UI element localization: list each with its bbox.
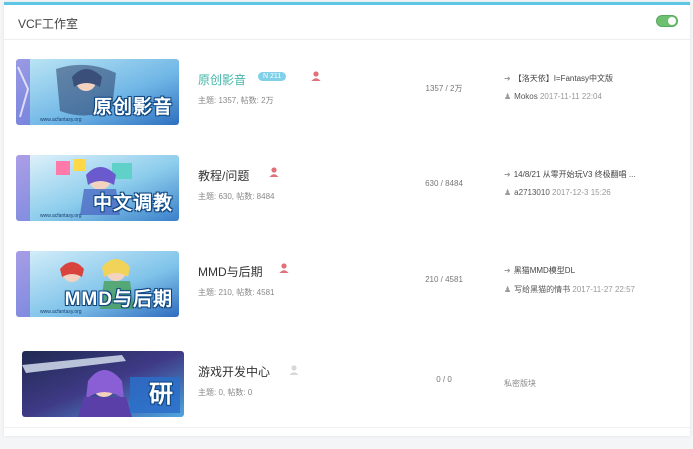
banner-text: 原创影音 (92, 97, 173, 118)
last-post-user[interactable]: Mokos (514, 92, 538, 101)
forum-row-mmd: www.acfantasy.org MMD与后期 MMD与后期 主题: 210,… (4, 237, 690, 331)
forum-stats: 主题: 210, 帖数: 4581 (198, 288, 275, 297)
user-icon[interactable] (278, 262, 290, 274)
thread-post-counts: 630 / 8484 (425, 179, 463, 188)
user-icon[interactable] (310, 70, 322, 82)
last-post-meta: ♟ a2713010 2017-12-3 15:26 (504, 188, 611, 197)
person-icon: ♟ (504, 285, 512, 294)
last-post-title-link[interactable]: ➜ 【洛天依】I=Fantasy中文版 (504, 73, 613, 84)
last-post-title-link[interactable]: ➜ 黑猫MMD模型DL (504, 265, 575, 276)
forum-row-game-dev: 研 游戏开发中心 主题: 0, 帖数: 0 0 / 0 私密版块 (4, 337, 690, 431)
forum-name-link[interactable]: MMD与后期 (198, 263, 263, 280)
forum-stats: 主题: 1357, 帖数: 2万 (198, 96, 274, 105)
banner-url: www.acfantasy.org (40, 117, 82, 123)
banner-text: MMD与后期 (64, 289, 173, 310)
thread-post-counts: 210 / 4581 (425, 275, 463, 284)
last-post-meta: ♟ Mokos 2017-11-11 22:04 (504, 92, 602, 101)
person-icon: ♟ (504, 188, 512, 197)
forum-stats: 主题: 630, 帖数: 8484 (198, 192, 275, 201)
forum-row-tutorials: www.acfantasy.org 中文调教 教程/问题 主题: 630, 帖数… (4, 141, 690, 235)
last-post-title-link[interactable]: ➜ 14/8/21 从零开始玩V3 终极翻唱 ... (504, 169, 636, 180)
banner-text: 研 (149, 381, 174, 408)
toggle-knob (668, 17, 676, 25)
forum-category-panel: VCF工作室 www.acfantasy.org 原创影音 原创影音 N 211… (4, 2, 690, 436)
forum-banner-tutorials[interactable]: www.acfantasy.org 中文调教 (16, 155, 179, 221)
private-forum-label: 私密版块 (504, 379, 536, 388)
last-post-date: 2017-11-11 22:04 (539, 92, 602, 101)
last-post-title[interactable]: 【洛天依】I=Fantasy中文版 (514, 74, 613, 83)
forum-row-original-av: www.acfantasy.org 原创影音 原创影音 N 211 主题: 13… (4, 45, 690, 139)
new-post-badge: N 211 (258, 72, 287, 81)
forum-name-link[interactable]: 教程/问题 (198, 167, 249, 184)
user-icon[interactable] (288, 364, 300, 376)
last-post-date: 2017-11-27 22:57 (572, 285, 635, 294)
last-post-user[interactable]: 写给黑猫的情书 (514, 285, 570, 294)
forum-stats: 主题: 0, 帖数: 0 (198, 388, 253, 397)
last-post-title[interactable]: 黑猫MMD模型DL (514, 266, 575, 275)
collapse-toggle[interactable] (656, 15, 678, 27)
user-icon[interactable] (268, 166, 280, 178)
last-post-title[interactable]: 14/8/21 从零开始玩V3 终极翻唱 ... (514, 170, 636, 179)
forum-banner-game-dev[interactable]: 研 (22, 351, 184, 417)
forum-name-link[interactable]: 原创影音 (198, 71, 246, 88)
last-post-meta: ♟ 写给黑猫的情书 2017-11-27 22:57 (504, 284, 635, 295)
category-title: VCF工作室 (18, 17, 79, 31)
banner-url: www.acfantasy.org (40, 213, 82, 219)
banner-text: 中文调教 (92, 193, 173, 214)
person-icon: ♟ (504, 92, 512, 101)
forum-name-link[interactable]: 游戏开发中心 (198, 363, 270, 380)
panel-footer (4, 427, 690, 436)
forum-banner-original-av[interactable]: www.acfantasy.org 原创影音 (16, 59, 179, 125)
panel-header: VCF工作室 (4, 5, 690, 40)
last-post-user[interactable]: a2713010 (514, 188, 550, 197)
arrow-right-icon: ➜ (504, 74, 511, 83)
arrow-right-icon: ➜ (504, 266, 511, 275)
thread-post-counts: 1357 / 2万 (425, 84, 463, 93)
arrow-right-icon: ➜ (504, 170, 511, 179)
forum-banner-mmd[interactable]: www.acfantasy.org MMD与后期 (16, 251, 179, 317)
thread-post-counts: 0 / 0 (436, 375, 452, 384)
last-post-date: 2017-12-3 15:26 (552, 188, 611, 197)
